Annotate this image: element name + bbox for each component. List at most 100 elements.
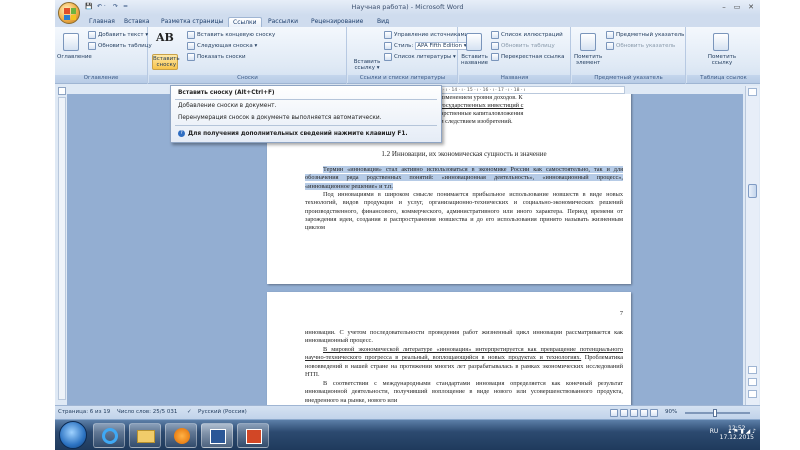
title-bar: 💾 ↶ · ↷ = Научная работа) - Microsoft Wo… — [55, 0, 760, 24]
update-icon — [606, 42, 614, 50]
clock-time: 12:52 — [728, 425, 746, 432]
insert-footnote-icon: AB — [156, 31, 174, 44]
update-figures-button[interactable]: Обновить таблицу — [491, 42, 555, 50]
ruler-toggle-icon[interactable] — [58, 87, 66, 95]
proofing-icon[interactable]: ✓ — [187, 409, 192, 415]
page: 7 инновации. С учетом последовательности… — [267, 292, 631, 405]
start-button[interactable] — [59, 421, 87, 449]
add-text-icon — [88, 31, 96, 39]
paragraph-selected: Термин «инновация» стал активно использо… — [305, 166, 623, 190]
group-label: Сноски — [149, 75, 346, 83]
prev-page-icon[interactable] — [748, 366, 757, 374]
tooltip-help: ? Для получения дополнительных сведений … — [178, 130, 408, 137]
zoom-thumb[interactable] — [713, 409, 717, 417]
powerpoint-taskbar-button[interactable] — [237, 423, 269, 448]
update-icon — [491, 42, 499, 50]
tab-view[interactable]: Вид — [373, 17, 393, 27]
zoom-slider[interactable] — [685, 409, 750, 417]
print-layout-icon[interactable] — [610, 409, 618, 417]
endnote-icon — [187, 31, 195, 39]
word-window: 💾 ↶ · ↷ = Научная работа) - Microsoft Wo… — [55, 0, 760, 419]
update-icon — [88, 42, 96, 50]
group-index: Пометить элемент Предметный указатель Об… — [572, 27, 686, 84]
mark-citation-icon — [713, 33, 729, 51]
group-captions: Вставить название Список иллюстраций Обн… — [459, 27, 571, 84]
web-layout-icon[interactable] — [630, 409, 638, 417]
tab-insert[interactable]: Вставка — [120, 17, 153, 27]
tooltip-title: Вставить сноску (Alt+Ctrl+F) — [178, 90, 275, 96]
maximize-button[interactable]: ▭ — [731, 2, 743, 12]
full-screen-icon[interactable] — [620, 409, 628, 417]
ribbon-tabs: Главная Вставка Разметка страницы Ссылки… — [55, 15, 760, 27]
insert-footnote-button[interactable]: Вставить сноску — [152, 54, 180, 70]
ie-taskbar-button[interactable] — [93, 423, 125, 448]
section-heading: 1.2 Инновации, их экономическая сущность… — [381, 150, 547, 158]
show-notes-button[interactable]: Показать сноски — [187, 53, 246, 61]
scroll-thumb[interactable] — [748, 184, 757, 198]
insert-index-button[interactable]: Предметный указатель — [606, 31, 684, 39]
group-toa: Пометить ссылку Таблица ссылок — [687, 27, 760, 84]
update-table-button[interactable]: Обновить таблицу — [88, 42, 152, 50]
close-button[interactable]: ✕ — [745, 2, 757, 12]
insert-caption-button[interactable]: Вставить название — [461, 54, 488, 66]
tab-home[interactable]: Главная — [85, 17, 119, 27]
paragraph: В мировой экономической литературе «инно… — [305, 346, 623, 378]
word-taskbar-button[interactable] — [201, 423, 233, 448]
tab-review[interactable]: Рецензирование — [307, 17, 367, 27]
next-footnote-button[interactable]: Следующая сноска ▾ — [187, 42, 257, 50]
group-citations: Вставить ссылку ▾ Управление источниками… — [348, 27, 469, 84]
clock[interactable]: 12:52 17.12.2015 — [720, 424, 754, 442]
insert-citation-button[interactable]: Вставить ссылку ▾ — [354, 31, 381, 71]
media-player-icon — [174, 428, 190, 444]
tab-mailings[interactable]: Рассылки — [264, 17, 302, 27]
view-buttons[interactable] — [610, 409, 658, 417]
table-of-figures-button[interactable]: Список иллюстраций — [491, 31, 563, 39]
status-bar: Страница: 6 из 19 Число слов: 25/5 031 ✓… — [55, 405, 760, 419]
mark-citation-button[interactable]: Пометить ссылку — [707, 54, 737, 66]
update-index-button[interactable]: Обновить указатель — [606, 42, 675, 50]
tooltip-description: Добавление сноски в документ. — [178, 103, 277, 109]
scroll-up-icon[interactable] — [748, 88, 757, 96]
next-page-icon[interactable] — [748, 390, 757, 398]
office-button[interactable] — [58, 2, 80, 24]
media-player-taskbar-button[interactable] — [165, 423, 197, 448]
ribbon: Оглавление Добавить текст ▾ Обновить таб… — [55, 27, 760, 84]
bibliography-button[interactable]: Список литературы ▾ — [384, 53, 456, 61]
ie-icon — [102, 428, 118, 444]
browse-object-icon[interactable] — [748, 378, 757, 386]
insert-endnote-button[interactable]: Вставить концевую сноску — [187, 31, 275, 39]
taskbar: RU ▴ ⚑ ▮ ◢ ♪ 12:52 17.12.2015 — [55, 419, 760, 450]
outline-icon[interactable] — [640, 409, 648, 417]
tab-references[interactable]: Ссылки — [228, 17, 262, 27]
style-dropdown[interactable]: Стиль: APA Fifth Edition ▾ — [384, 42, 469, 50]
paragraph: инновации. С учетом последовательности п… — [305, 329, 623, 345]
vertical-ruler[interactable] — [58, 97, 66, 400]
mark-entry-button[interactable]: Пометить элемент — [574, 54, 602, 66]
bibliography-icon — [384, 53, 392, 61]
minimize-button[interactable]: – — [718, 2, 730, 12]
page-number: 7 — [619, 310, 623, 317]
tab-page-layout[interactable]: Разметка страницы — [157, 17, 227, 27]
window-title: Научная работа) - Microsoft Word — [351, 3, 464, 11]
toc-icon — [63, 33, 79, 51]
explorer-taskbar-button[interactable] — [129, 423, 161, 448]
clock-date: 17.12.2015 — [719, 434, 754, 441]
mark-entry-icon — [580, 33, 596, 51]
vertical-scrollbar[interactable] — [745, 86, 759, 405]
manage-sources-button[interactable]: Управление источниками — [384, 31, 468, 39]
draft-icon[interactable] — [650, 409, 658, 417]
cross-reference-button[interactable]: Перекрестная ссылка — [491, 53, 564, 61]
cross-reference-icon — [491, 53, 499, 61]
page-count[interactable]: Страница: 6 из 19 — [58, 409, 110, 415]
manage-sources-icon — [384, 31, 392, 39]
next-footnote-icon — [187, 42, 195, 50]
zoom-level[interactable]: 90% — [665, 409, 677, 415]
language-indicator[interactable]: RU — [710, 428, 719, 435]
toc-button[interactable]: Оглавление — [57, 54, 92, 60]
paragraph: Под инновациями в широком смысле понимае… — [305, 191, 623, 232]
group-footnotes: AB Вставить сноску Вставить концевую сно… — [149, 27, 347, 84]
word-count[interactable]: Число слов: 25/5 031 — [117, 409, 177, 415]
add-text-button[interactable]: Добавить текст ▾ — [88, 31, 148, 39]
caption-icon — [466, 33, 482, 51]
language[interactable]: Русский (Россия) — [198, 409, 247, 415]
